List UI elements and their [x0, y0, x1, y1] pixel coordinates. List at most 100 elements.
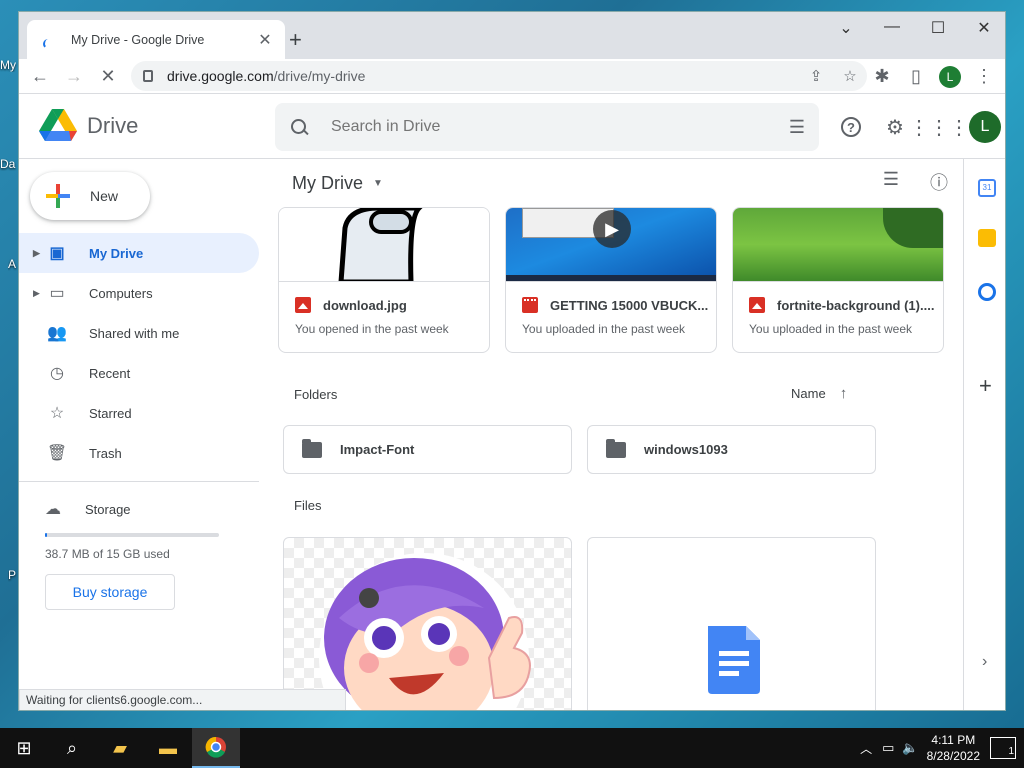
sidebar-item-label: Computers: [89, 285, 153, 301]
cloud-icon: ☁: [45, 501, 61, 518]
profile-avatar[interactable]: L: [939, 65, 961, 88]
sidebar-item-my-drive[interactable]: ▶ ▣ My Drive: [19, 233, 259, 273]
main-content: My Drive ▼ ☰ ⓘ download.jpg You opened i…: [275, 159, 963, 710]
file-card[interactable]: [587, 537, 876, 710]
drive-app: Drive ☰ ? ⚙ ⋮⋮⋮ L New ▶ ▣: [19, 95, 1005, 710]
url-text[interactable]: drive.google.com/drive/my-drive: [167, 68, 799, 84]
calendar-icon[interactable]: 31: [978, 179, 996, 197]
close-window-button[interactable]: ✕: [969, 18, 999, 38]
side-panel-icon[interactable]: ▯: [899, 66, 933, 87]
share-icon[interactable]: ⇪: [799, 67, 833, 85]
tab-search-icon[interactable]: ⌄: [831, 18, 861, 38]
minimize-button[interactable]: —: [877, 18, 907, 36]
search-input[interactable]: [331, 118, 775, 136]
clock-icon: ◷: [50, 365, 64, 382]
chevron-down-icon[interactable]: ▼: [373, 178, 383, 189]
search-icon[interactable]: ⌕: [48, 728, 96, 768]
folders-heading: Folders: [294, 387, 338, 402]
search-bar[interactable]: ☰: [275, 103, 819, 151]
desktop-icon-label[interactable]: My: [0, 58, 18, 72]
file-explorer-icon[interactable]: ▰: [96, 728, 144, 768]
keep-icon[interactable]: [978, 229, 996, 247]
content-scroll-area[interactable]: download.jpg You opened in the past week…: [275, 207, 963, 710]
file-name: fortnite-background (1)....: [749, 297, 943, 313]
sidebar-item-storage[interactable]: ☁ Storage: [45, 497, 219, 521]
sort-control[interactable]: Name ↑: [791, 385, 847, 402]
video-file-icon: [522, 297, 538, 313]
expand-caret-icon[interactable]: ▶: [33, 248, 47, 259]
apps-grid-icon[interactable]: ⋮⋮⋮: [909, 107, 969, 147]
lock-icon[interactable]: [143, 70, 153, 82]
folder-item[interactable]: Impact-Font: [283, 425, 572, 474]
desktop-icon-label[interactable]: Da: [0, 157, 18, 171]
side-panel: 31 + ›: [963, 159, 1005, 710]
sidebar-item-recent[interactable]: ◷ Recent: [19, 353, 259, 393]
back-icon[interactable]: ←: [23, 66, 57, 87]
sidebar-item-label: Shared with me: [89, 325, 180, 341]
account-avatar[interactable]: L: [969, 111, 1001, 143]
new-button-label: New: [90, 188, 119, 204]
files-heading: Files: [294, 498, 322, 513]
folder-icon[interactable]: ▬: [144, 728, 192, 768]
address-bar[interactable]: drive.google.com/drive/my-drive ⇪ ☆: [131, 61, 867, 91]
chevron-up-icon[interactable]: ︿: [860, 740, 872, 757]
image-file-icon: [749, 297, 765, 313]
image-file-icon: [295, 297, 311, 313]
storage-label: Storage: [85, 501, 131, 517]
file-card[interactable]: [283, 537, 572, 710]
new-button[interactable]: New: [30, 172, 150, 220]
maximize-button[interactable]: ☐: [923, 18, 953, 38]
drive-logo-icon[interactable]: [39, 109, 77, 143]
sidebar-item-label: Starred: [89, 405, 132, 421]
expand-caret-icon[interactable]: ▶: [33, 288, 47, 299]
folder-item[interactable]: windows1093: [587, 425, 876, 474]
chrome-icon[interactable]: [192, 728, 240, 768]
sidebar-divider: [19, 481, 259, 482]
browser-window: My Drive - Google Drive ✕ + ⌄ — ☐ ✕ ← → …: [18, 11, 1006, 711]
help-icon[interactable]: ?: [829, 107, 873, 147]
windows-start-icon[interactable]: ⊞: [0, 728, 48, 768]
google-docs-icon: [708, 626, 760, 694]
info-icon[interactable]: ⓘ: [915, 169, 963, 195]
chevron-right-icon[interactable]: ›: [982, 653, 987, 671]
sidebar-nav: ▶ ▣ My Drive ▶ ▭ Computers 👥 Shared with…: [19, 233, 259, 473]
sort-label[interactable]: Name: [791, 386, 826, 401]
menu-dots-icon[interactable]: ⋮: [967, 66, 1001, 87]
my-drive-icon: ▣: [49, 245, 65, 262]
clock-date: 8/28/2022: [926, 749, 980, 763]
suggested-card[interactable]: download.jpg You opened in the past week: [278, 207, 490, 353]
arrow-up-icon[interactable]: ↑: [840, 385, 848, 402]
browser-tab[interactable]: My Drive - Google Drive ✕: [27, 20, 285, 59]
volume-icon[interactable]: 🔈: [902, 740, 918, 756]
close-tab-icon[interactable]: ✕: [255, 30, 275, 50]
sidebar-item-starred[interactable]: ☆ Starred: [19, 393, 259, 433]
add-addon-icon[interactable]: +: [979, 373, 992, 399]
page-title[interactable]: My Drive: [292, 173, 363, 194]
drive-logo-text[interactable]: Drive: [87, 113, 138, 139]
loading-icon: [41, 31, 59, 49]
tasks-icon[interactable]: [978, 283, 996, 301]
network-icon[interactable]: ▭: [882, 740, 894, 756]
file-grid: [283, 537, 876, 710]
search-icon[interactable]: [289, 117, 309, 137]
sidebar-item-computers[interactable]: ▶ ▭ Computers: [19, 273, 259, 313]
list-view-icon[interactable]: ☰: [867, 169, 915, 195]
forward-icon[interactable]: →: [57, 66, 91, 87]
buy-storage-button[interactable]: Buy storage: [45, 574, 175, 610]
sidebar-item-trash[interactable]: 🗑 Trash: [19, 433, 259, 473]
suggested-card[interactable]: ▶ GETTING 15000 VBUCK... You uploaded in…: [505, 207, 717, 353]
sidebar-item-shared[interactable]: 👥 Shared with me: [19, 313, 259, 353]
file-thumbnail: [733, 208, 943, 282]
suggested-files: download.jpg You opened in the past week…: [278, 207, 944, 353]
crewmate-thumbnail: [338, 208, 423, 281]
stop-loading-icon[interactable]: ✕: [91, 66, 125, 87]
suggested-card[interactable]: fortnite-background (1).... You uploaded…: [732, 207, 944, 353]
clock[interactable]: 4:11 PM 8/28/2022: [927, 732, 980, 764]
play-icon[interactable]: ▶: [593, 210, 631, 248]
extensions-icon[interactable]: ✱: [865, 66, 899, 87]
notification-icon[interactable]: 1: [990, 737, 1016, 759]
storage-bar: [45, 533, 219, 537]
new-tab-button[interactable]: +: [289, 29, 302, 51]
search-options-icon[interactable]: ☰: [775, 117, 819, 138]
star-bookmark-icon[interactable]: ☆: [833, 67, 867, 85]
